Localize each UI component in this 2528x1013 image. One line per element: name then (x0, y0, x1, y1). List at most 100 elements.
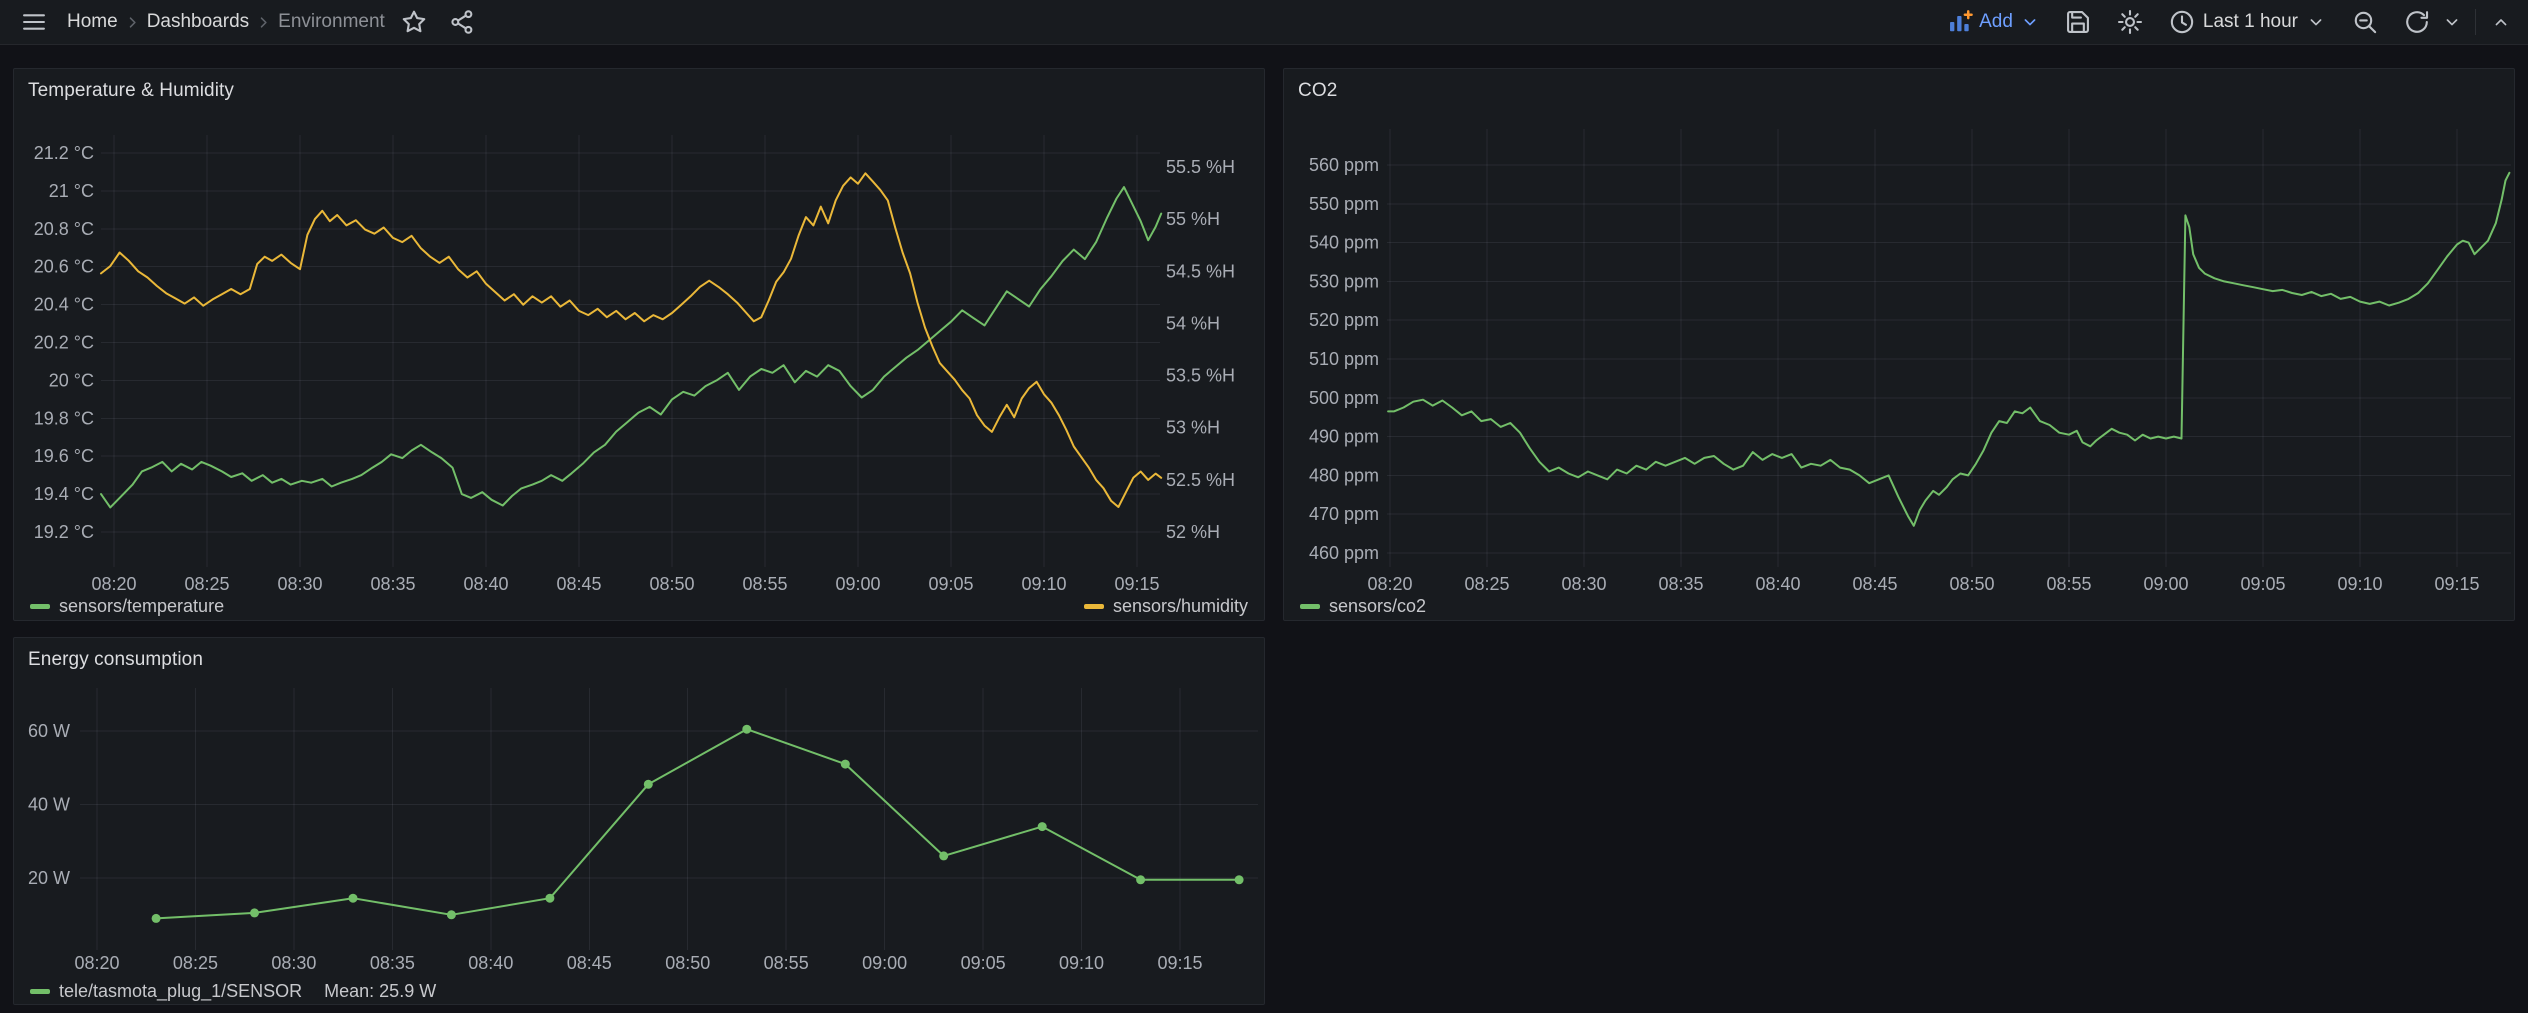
legend-swatch-yellow (1084, 604, 1104, 609)
svg-text:60 W: 60 W (28, 721, 70, 741)
add-button[interactable]: Add (1936, 0, 2052, 45)
svg-text:09:05: 09:05 (2240, 574, 2285, 592)
add-label: Add (1979, 11, 2013, 33)
temperature-humidity-plot[interactable]: 08:2008:2508:3008:3508:4008:4508:5008:55… (14, 109, 1265, 592)
refresh-button[interactable] (2391, 0, 2435, 45)
svg-text:54 %H: 54 %H (1166, 313, 1220, 333)
svg-text:08:50: 08:50 (1949, 574, 1994, 592)
svg-text:08:50: 08:50 (649, 574, 694, 592)
legend-temperature-humidity: sensors/temperature sensors/humidity (14, 592, 1264, 620)
svg-text:08:25: 08:25 (1464, 574, 1509, 592)
svg-text:08:55: 08:55 (742, 574, 787, 592)
time-range-picker[interactable]: Last 1 hour (2156, 0, 2339, 45)
add-chart-icon (1947, 9, 1973, 35)
dashboard-settings-button[interactable] (2104, 0, 2156, 45)
svg-text:09:15: 09:15 (1114, 574, 1159, 592)
svg-text:20.6 °C: 20.6 °C (34, 257, 94, 277)
time-range-label: Last 1 hour (2203, 11, 2298, 33)
breadcrumb-chevron-icon (254, 13, 273, 32)
svg-text:53 %H: 53 %H (1166, 418, 1220, 438)
clock-icon (2168, 8, 2196, 36)
svg-text:08:35: 08:35 (370, 953, 415, 973)
svg-text:19.6 °C: 19.6 °C (34, 446, 94, 466)
legend-swatch-green (30, 604, 50, 609)
svg-text:08:40: 08:40 (468, 953, 513, 973)
svg-text:21 °C: 21 °C (49, 181, 94, 201)
svg-text:09:15: 09:15 (2434, 574, 2479, 592)
top-nav: Home Dashboards Environment Add Last 1 h… (0, 0, 2528, 45)
settings-gear-icon (2116, 8, 2144, 36)
svg-text:08:20: 08:20 (1367, 574, 1412, 592)
save-icon (2064, 8, 2092, 36)
star-icon (400, 8, 428, 36)
svg-text:52.5 %H: 52.5 %H (1166, 470, 1235, 490)
svg-text:19.4 °C: 19.4 °C (34, 484, 94, 504)
co2-plot[interactable]: 08:20 08:25 08:30 08:35 08:40 08:45 08:50 08:55… (1284, 109, 2515, 592)
chevron-up-icon (2490, 11, 2512, 33)
svg-text:540 ppm: 540 ppm (1309, 233, 1379, 253)
chevron-down-icon (2305, 11, 2327, 33)
panel-header-co2[interactable]: CO2 (1284, 69, 2514, 109)
svg-text:500 ppm: 500 ppm (1309, 388, 1379, 408)
svg-text:08:25: 08:25 (184, 574, 229, 592)
svg-text:08:30: 08:30 (271, 953, 316, 973)
breadcrumb-dashboards[interactable]: Dashboards (142, 11, 254, 33)
svg-text:08:45: 08:45 (556, 574, 601, 592)
legend-item-energy[interactable]: tele/tasmota_plug_1/SENSOR (30, 981, 302, 1002)
svg-text:20.2 °C: 20.2 °C (34, 333, 94, 353)
panel-co2: CO2 08:2008:2508:3008:3508:4008:4508:500… (1283, 68, 2515, 621)
svg-text:55.5 %H: 55.5 %H (1166, 157, 1235, 177)
collapse-nav-button[interactable] (2482, 0, 2520, 45)
menu-button[interactable] (8, 0, 60, 45)
svg-text:09:10: 09:10 (1021, 574, 1066, 592)
svg-text:490 ppm: 490 ppm (1309, 427, 1379, 447)
svg-text:08:30: 08:30 (1561, 574, 1606, 592)
svg-text:52 %H: 52 %H (1166, 522, 1220, 542)
favorite-button[interactable] (390, 0, 438, 45)
svg-text:54.5 %H: 54.5 %H (1166, 261, 1235, 281)
panel-header-temperature-humidity[interactable]: Temperature & Humidity (14, 69, 1264, 109)
svg-text:20.4 °C: 20.4 °C (34, 295, 94, 315)
svg-text:09:05: 09:05 (961, 953, 1006, 973)
breadcrumb-home[interactable]: Home (62, 11, 123, 33)
breadcrumb-environment: Environment (273, 11, 390, 33)
save-dashboard-button[interactable] (2052, 0, 2104, 45)
svg-text:470 ppm: 470 ppm (1309, 504, 1379, 524)
refresh-interval-dropdown[interactable] (2435, 0, 2469, 45)
zoom-out-button[interactable] (2339, 0, 2391, 45)
panel-title: CO2 (1298, 80, 1337, 102)
svg-text:20 W: 20 W (28, 868, 70, 888)
panel-temperature-humidity: Temperature & Humidity 08:2008:2508:3008… (13, 68, 1265, 621)
refresh-icon (2403, 8, 2431, 36)
svg-text:55 %H: 55 %H (1166, 209, 1220, 229)
svg-text:09:00: 09:00 (862, 953, 907, 973)
share-button[interactable] (438, 0, 486, 45)
svg-text:530 ppm: 530 ppm (1309, 271, 1379, 291)
legend-item-humidity[interactable]: sensors/humidity (1084, 596, 1248, 617)
legend-item-co2[interactable]: sensors/co2 (1300, 596, 1426, 617)
svg-text:09:00: 09:00 (2143, 574, 2188, 592)
svg-text:09:00: 09:00 (835, 574, 880, 592)
svg-text:08:25: 08:25 (173, 953, 218, 973)
legend-label-temperature: sensors/temperature (59, 596, 224, 617)
share-icon (448, 8, 476, 36)
chevron-down-icon (2441, 11, 2463, 33)
legend-co2: sensors/co2 (1284, 592, 2514, 620)
svg-text:53.5 %H: 53.5 %H (1166, 366, 1235, 386)
svg-text:560 ppm: 560 ppm (1309, 155, 1379, 175)
chevron-down-icon (2019, 11, 2041, 33)
svg-text:520 ppm: 520 ppm (1309, 310, 1379, 330)
svg-text:21.2 °C: 21.2 °C (34, 143, 94, 163)
panel-energy-consumption: Energy consumption 08:20 08:25 08:30 08:35 0… (13, 637, 1265, 1005)
svg-text:08:20: 08:20 (74, 953, 119, 973)
energy-plot[interactable]: 08:2008:2508:3008:3508:4008:4508:5008:55… (14, 678, 1265, 978)
svg-text:08:40: 08:40 (1755, 574, 1800, 592)
svg-text:08:35: 08:35 (1658, 574, 1703, 592)
svg-text:510 ppm: 510 ppm (1309, 349, 1379, 369)
svg-text:08:55: 08:55 (2046, 574, 2091, 592)
legend-label-energy: tele/tasmota_plug_1/SENSOR (59, 981, 302, 1002)
svg-text:40 W: 40 W (28, 795, 70, 815)
panel-header-energy[interactable]: Energy consumption (14, 638, 1264, 678)
legend-item-temperature[interactable]: sensors/temperature (30, 596, 224, 617)
svg-text:08:45: 08:45 (1852, 574, 1897, 592)
